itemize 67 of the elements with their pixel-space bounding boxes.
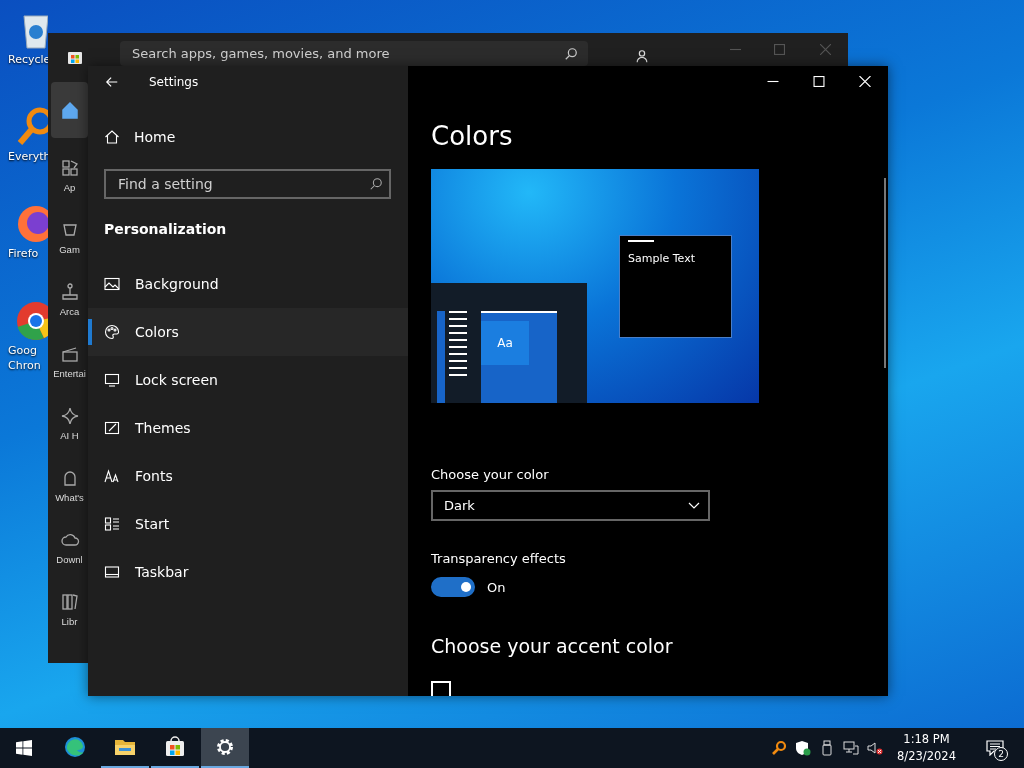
- palette-icon: [104, 324, 120, 340]
- chevron-down-icon: [688, 501, 700, 510]
- icon-label: Recycle: [7, 52, 51, 67]
- joystick-icon: [59, 281, 80, 302]
- sidebar-item[interactable]: Start: [88, 500, 408, 548]
- gear-icon[interactable]: [201, 728, 249, 768]
- selection-indicator: [88, 319, 92, 345]
- sidebar-item[interactable]: Colors: [88, 308, 408, 356]
- checkbox[interactable]: [431, 681, 451, 696]
- taskbar-icon: [104, 564, 120, 580]
- icon-label: Goog: [7, 343, 37, 358]
- page-title: Colors: [431, 120, 513, 153]
- icon-label: Chron: [7, 358, 41, 373]
- nav-item[interactable]: Downl: [51, 516, 88, 578]
- network-icon[interactable]: [843, 740, 860, 756]
- section-heading: Personalization: [103, 221, 228, 237]
- clock-time[interactable]: 1:18 PM: [903, 731, 950, 748]
- sparkle-icon: [59, 405, 80, 426]
- nav-item[interactable]: Arca: [51, 268, 88, 330]
- icon-label: Firefo: [7, 246, 39, 261]
- pen-icon: [104, 420, 120, 436]
- nav-item[interactable]: Ap: [51, 144, 88, 206]
- store-icon: [67, 49, 83, 65]
- sidebar-item[interactable]: Background: [88, 260, 408, 308]
- back-arrow-icon[interactable]: [105, 75, 119, 89]
- field-label: Choose your color: [431, 467, 549, 482]
- nav-item[interactable]: AI H: [51, 392, 88, 454]
- font-icon: [104, 468, 120, 484]
- color-dropdown[interactable]: Dark: [431, 490, 710, 521]
- sidebar-item[interactable]: Fonts: [88, 452, 408, 500]
- search-input[interactable]: Search apps, games, movies, and more: [130, 45, 564, 62]
- home-link[interactable]: Home: [88, 122, 408, 152]
- monitor-icon: [104, 372, 120, 388]
- apps-icon: [59, 157, 80, 178]
- muted-speaker-icon[interactable]: [867, 740, 884, 756]
- sidebar-item[interactable]: Taskbar: [88, 548, 408, 596]
- windows-start-icon[interactable]: [16, 740, 32, 756]
- home-icon: [59, 100, 80, 120]
- search-icon[interactable]: [564, 46, 578, 61]
- home-icon: [104, 129, 120, 145]
- search-input[interactable]: Find a setting: [116, 175, 369, 193]
- field-label: Transparency effects: [431, 551, 566, 566]
- nav-item[interactable]: Libr: [51, 578, 88, 640]
- profile-icon[interactable]: [635, 49, 649, 63]
- search-field[interactable]: Search apps, games, movies, and more: [120, 41, 588, 66]
- toggle-state: On: [487, 579, 506, 595]
- image-icon: [104, 276, 120, 292]
- books-icon: [59, 591, 80, 612]
- magnifier-icon[interactable]: [771, 740, 788, 756]
- search-field[interactable]: Find a setting: [104, 169, 391, 199]
- nav-item[interactable]: Gam: [51, 206, 88, 268]
- search-icon[interactable]: [369, 177, 383, 191]
- shield-icon[interactable]: [795, 740, 812, 756]
- sample-text: Sample Text: [628, 252, 696, 265]
- notification-count: 2: [994, 747, 1008, 761]
- clock-date[interactable]: 8/23/2024: [897, 748, 956, 765]
- nav-item[interactable]: What's: [51, 454, 88, 516]
- nav-item[interactable]: Entertai: [51, 330, 88, 392]
- toggle-switch[interactable]: [431, 577, 475, 597]
- section-heading: Choose your accent color: [431, 635, 673, 657]
- sidebar-item[interactable]: Themes: [88, 404, 408, 452]
- window-title: Settings: [149, 75, 199, 89]
- notification-icon[interactable]: [986, 740, 1004, 756]
- start-menu-icon: [104, 516, 120, 532]
- sidebar-item[interactable]: Lock screen: [88, 356, 408, 404]
- tile-label: Aa: [497, 336, 513, 350]
- nav-item[interactable]: [51, 82, 88, 138]
